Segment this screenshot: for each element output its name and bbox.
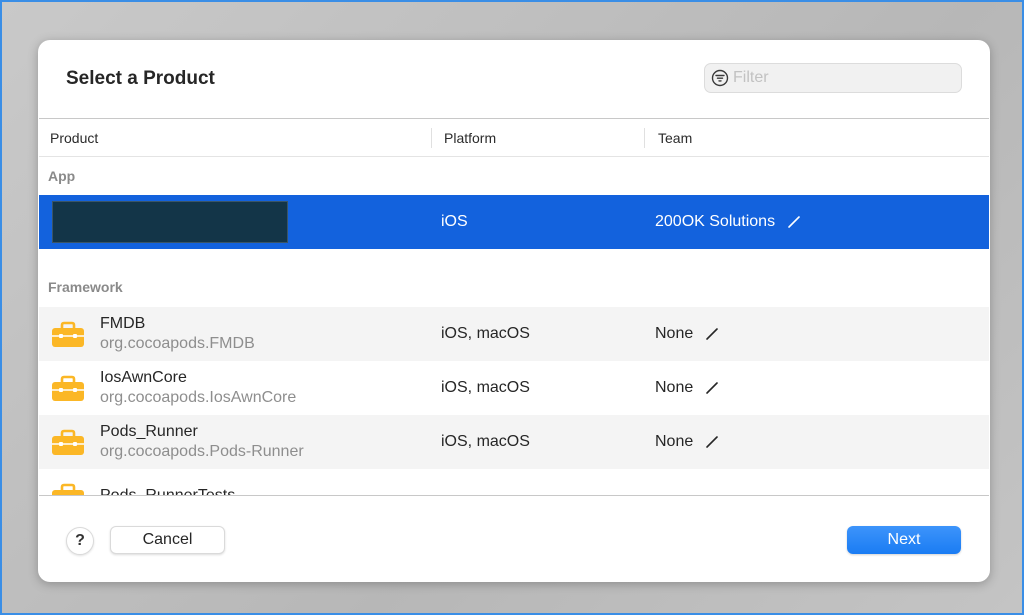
team-name: None (655, 379, 694, 396)
platform-cell: iOS (441, 213, 468, 230)
cancel-button[interactable]: Cancel (110, 526, 225, 554)
toolbox-icon (52, 375, 84, 401)
column-header-product[interactable]: Product (39, 119, 431, 156)
table-row-selected[interactable]: iOS 200OK Solutions (39, 195, 989, 249)
bundle-id: org.cocoapods.IosAwnCore (100, 389, 297, 406)
product-cell: IosAwnCore org.cocoapods.IosAwnCore (39, 368, 431, 408)
product-cell: Pods_Runner org.cocoapods.Pods-Runner (39, 422, 431, 462)
table-row[interactable]: Pods_Runner org.cocoapods.Pods-Runner iO… (39, 415, 989, 469)
team-cell: None (644, 325, 989, 343)
table-row[interactable]: Pods_RunnerTests (39, 469, 989, 496)
bundle-id: org.cocoapods.FMDB (100, 335, 255, 352)
filter-input[interactable] (733, 69, 953, 87)
next-button[interactable]: Next (847, 526, 961, 554)
platform-cell: iOS, macOS (441, 379, 530, 396)
toolbox-icon (52, 321, 84, 347)
filter-field[interactable] (704, 63, 962, 93)
product-table: Product Platform Team App iOS 200OK Solu… (39, 118, 989, 496)
dialog-title: Select a Product (66, 68, 215, 89)
column-header-platform[interactable]: Platform (431, 119, 644, 156)
team-cell: None (644, 379, 989, 397)
table-row[interactable]: FMDB org.cocoapods.FMDB iOS, macOS None (39, 307, 989, 361)
redacted-product-name (52, 201, 288, 243)
table-row[interactable]: IosAwnCore org.cocoapods.IosAwnCore iOS,… (39, 361, 989, 415)
screen-frame: Select a Product Product Platform Team A… (0, 0, 1024, 615)
pencil-icon[interactable] (705, 381, 719, 395)
team-cell: 200OK Solutions (644, 213, 989, 231)
team-name: None (655, 325, 694, 342)
pencil-icon[interactable] (705, 435, 719, 449)
toolbox-icon (52, 429, 84, 455)
team-name: 200OK Solutions (655, 213, 776, 230)
filter-circle-icon (711, 69, 729, 87)
platform-cell: iOS, macOS (441, 433, 530, 450)
column-header-team[interactable]: Team (644, 119, 989, 156)
product-cell (39, 201, 431, 243)
team-name: None (655, 433, 694, 450)
product-name: FMDB (100, 315, 146, 332)
product-name: Pods_RunnerTests (100, 487, 236, 496)
product-name: Pods_Runner (100, 423, 198, 440)
pencil-icon[interactable] (787, 215, 801, 229)
group-header-framework: Framework (48, 279, 123, 295)
toolbox-icon (52, 483, 84, 495)
product-cell: FMDB org.cocoapods.FMDB (39, 314, 431, 354)
select-product-dialog: Select a Product Product Platform Team A… (38, 40, 990, 582)
group-header-app: App (48, 168, 76, 184)
platform-cell: iOS, macOS (441, 325, 530, 342)
product-name: IosAwnCore (100, 369, 187, 386)
product-cell: Pods_RunnerTests (39, 482, 431, 496)
team-cell: None (644, 433, 989, 451)
table-header: Product Platform Team (39, 119, 989, 157)
help-button[interactable]: ? (66, 527, 94, 555)
pencil-icon[interactable] (705, 327, 719, 341)
bundle-id: org.cocoapods.Pods-Runner (100, 443, 304, 460)
